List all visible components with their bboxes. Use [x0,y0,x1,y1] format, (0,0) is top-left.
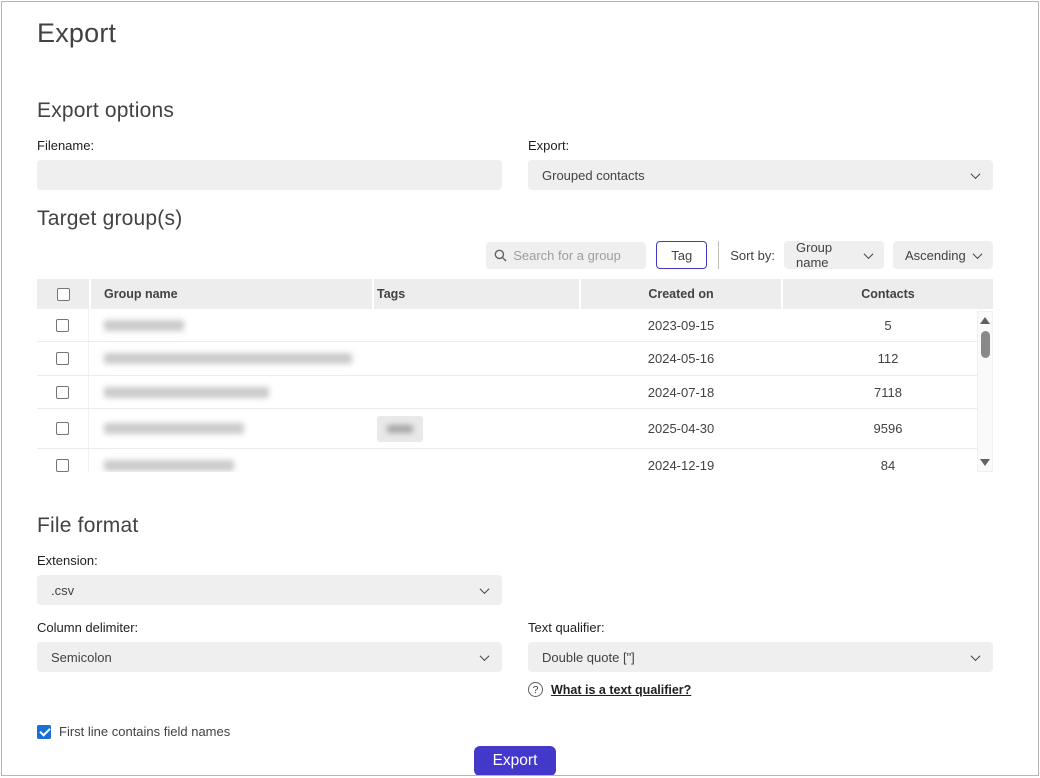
row-checkbox-cell [37,409,89,448]
qualifier-value: Double quote ["] [542,650,635,665]
page-title: Export [37,18,993,49]
filename-label: Filename: [37,138,502,153]
sort-direction-select[interactable]: Ascending [893,241,993,269]
contacts-cell: 9596 [783,421,993,436]
header-created-on[interactable]: Created on [581,279,781,309]
tags-cell [374,416,579,442]
export-type-value: Grouped contacts [542,168,645,183]
extension-select[interactable]: .csv [37,575,502,605]
select-all-checkbox[interactable] [57,288,70,301]
toolbar-divider [718,241,719,269]
tag-filter-button[interactable]: Tag [656,241,707,269]
contacts-cell: 5 [783,318,993,333]
row-checkbox-cell [37,309,89,341]
created-on-cell: 2024-12-19 [581,458,781,473]
contacts-cell: 7118 [783,385,993,400]
export-type-select[interactable]: Grouped contacts [528,160,993,190]
first-line-label: First line contains field names [59,724,230,739]
group-name-cell [91,423,372,434]
scroll-down-icon[interactable] [980,459,990,466]
row-checkbox-cell [37,449,89,472]
chevron-down-icon [971,651,981,661]
redacted-group-name [104,320,184,331]
target-groups-toolbar: Tag Sort by: Group name Ascending [37,241,993,269]
search-icon [494,249,507,262]
group-search[interactable] [486,242,646,269]
chevron-down-icon [973,249,983,259]
delimiter-select[interactable]: Semicolon [37,642,502,672]
created-on-cell: 2024-05-16 [581,351,781,366]
header-tags[interactable]: Tags [374,279,579,309]
group-name-cell [91,353,372,364]
delimiter-value: Semicolon [51,650,112,665]
groups-table-header: Group name Tags Created on Contacts [37,279,993,309]
export-options-heading: Export options [37,99,993,123]
first-line-option[interactable]: First line contains field names [37,724,993,739]
created-on-cell: 2024-07-18 [581,385,781,400]
text-qualifier-help-link[interactable]: What is a text qualifier? [551,683,691,697]
file-format-heading: File format [37,514,993,538]
export-page: Export Export options Filename: Export: … [1,1,1039,776]
header-group-name[interactable]: Group name [91,279,372,309]
redacted-group-name [104,460,234,471]
redacted-group-name [104,387,269,398]
table-row[interactable]: 2024-12-1984 [37,449,993,472]
group-name-cell [91,320,372,331]
groups-table: Group name Tags Created on Contacts 2023… [37,279,993,472]
group-name-cell [91,387,372,398]
contacts-cell: 84 [783,458,993,473]
select-all-cell [37,279,89,309]
row-checkbox-cell [37,376,89,408]
export-button[interactable]: Export [474,746,557,776]
sort-direction-value: Ascending [905,248,966,263]
export-type-label: Export: [528,138,993,153]
sort-by-label: Sort by: [730,248,775,263]
export-options-row: Filename: Export: Grouped contacts [37,123,993,190]
chevron-down-icon [480,651,490,661]
qualifier-select[interactable]: Double quote ["] [528,642,993,672]
extension-value: .csv [51,583,74,598]
group-search-input[interactable] [513,248,638,263]
redacted-group-name [104,423,244,434]
qualifier-label: Text qualifier: [528,620,993,635]
table-row[interactable]: 2024-07-187118 [37,376,993,409]
redacted-group-name [104,353,352,364]
sort-field-value: Group name [796,240,865,270]
row-checkbox[interactable] [56,319,69,332]
row-checkbox-cell [37,342,89,375]
created-on-cell: 2023-09-15 [581,318,781,333]
group-name-cell [91,460,372,471]
chevron-down-icon [864,249,874,259]
contacts-cell: 112 [783,351,993,366]
sort-field-select[interactable]: Group name [784,241,884,269]
delimiter-label: Column delimiter: [37,620,502,635]
question-circle-icon: ? [528,682,543,697]
header-contacts[interactable]: Contacts [783,279,993,309]
table-row[interactable]: 2023-09-155 [37,309,993,342]
scrollbar-thumb[interactable] [981,331,990,358]
scroll-up-icon[interactable] [980,317,990,324]
row-checkbox[interactable] [56,459,69,472]
extension-label: Extension: [37,553,502,568]
table-row[interactable]: 2024-05-16112 [37,342,993,376]
created-on-cell: 2025-04-30 [581,421,781,436]
target-groups-heading: Target group(s) [37,207,993,231]
table-row[interactable]: 2025-04-309596 [37,409,993,449]
table-scrollbar[interactable] [977,311,993,472]
groups-table-body: 2023-09-1552024-05-161122024-07-18711820… [37,309,993,472]
row-checkbox[interactable] [56,422,69,435]
tag-chip [377,416,423,442]
filename-input[interactable] [37,160,502,190]
redacted-tag-label [387,425,413,433]
chevron-down-icon [480,584,490,594]
row-checkbox[interactable] [56,352,69,365]
chevron-down-icon [971,169,981,179]
row-checkbox[interactable] [56,386,69,399]
first-line-checkbox[interactable] [37,725,51,739]
